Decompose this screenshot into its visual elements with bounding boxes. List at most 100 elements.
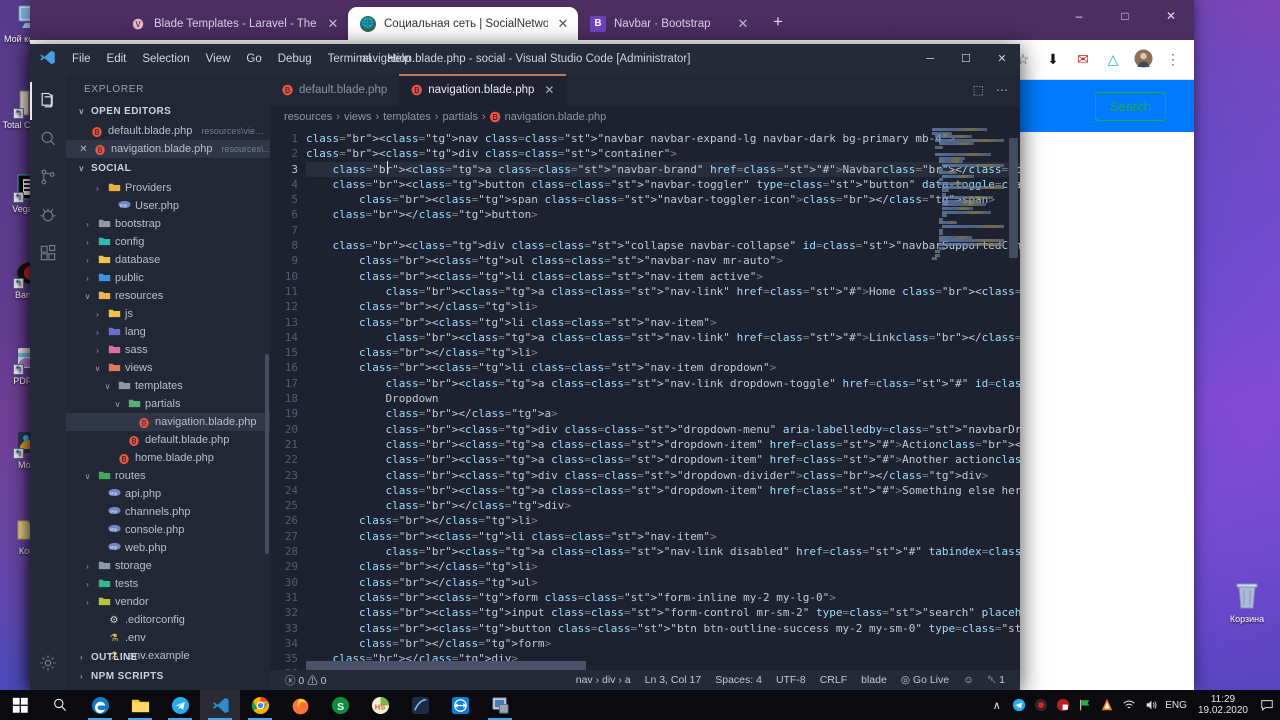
search-button[interactable]: Search bbox=[1094, 91, 1166, 121]
tree-item-home-blade-php[interactable]: 🅑home.blade.php bbox=[66, 449, 270, 467]
telegram-tray-icon[interactable] bbox=[1011, 698, 1026, 713]
status-go-live[interactable]: ◎ Go Live bbox=[894, 674, 956, 686]
tree-item-sass[interactable]: › sass bbox=[66, 341, 270, 359]
tree-item-config[interactable]: › config bbox=[66, 233, 270, 251]
status-symbol-path[interactable]: nav › div › a bbox=[569, 674, 638, 686]
browser-menu-icon[interactable]: ⋮ bbox=[1162, 51, 1184, 68]
close-icon[interactable]: ✕ bbox=[544, 83, 554, 97]
tree-item-console-php[interactable]: php console.php bbox=[66, 521, 270, 539]
close-button[interactable]: ✕ bbox=[1148, 0, 1194, 32]
code-viewport[interactable]: 1 2 3 4 5 6 7 8 9 10 11 12 13 14 15 16 17 18 19 20 21 22 23 24 2… bbox=[270, 128, 1020, 670]
tree-item-navigation-blade-php[interactable]: 🅑navigation.blade.php bbox=[66, 413, 270, 431]
menu-edit[interactable]: Edit bbox=[99, 44, 135, 74]
network-icon[interactable] bbox=[1121, 698, 1136, 713]
new-tab-button[interactable]: + bbox=[764, 9, 792, 37]
taskbar-affinity-app[interactable] bbox=[400, 690, 440, 720]
tree-item-storage[interactable]: › storage bbox=[66, 557, 270, 575]
download-icon[interactable]: ⬇ bbox=[1042, 51, 1064, 68]
breadcrumb-item[interactable]: navigation.blade.php bbox=[505, 111, 607, 123]
status-indentation[interactable]: Spaces: 4 bbox=[708, 674, 769, 686]
record-tray-icon[interactable] bbox=[1033, 698, 1048, 713]
taskbar-telegram[interactable] bbox=[160, 690, 200, 720]
tree-item-routes[interactable]: ∨ routes bbox=[66, 467, 270, 485]
tree-item-default-blade-php[interactable]: 🅑default.blade.php bbox=[66, 431, 270, 449]
status-feedback-icon[interactable]: ☺ bbox=[956, 674, 981, 686]
menu-debug[interactable]: Debug bbox=[270, 44, 320, 74]
npm-scripts-header[interactable]: › NPM SCRIPTS bbox=[66, 666, 164, 687]
tree-item-api-php[interactable]: php api.php bbox=[66, 485, 270, 503]
tree-item-js[interactable]: › js bbox=[66, 305, 270, 323]
editor-tab-navigation-blade[interactable]: 🅑 navigation.blade.php ✕ bbox=[399, 74, 567, 106]
tree-item-lang[interactable]: › lang bbox=[66, 323, 270, 341]
taskbar-skype[interactable]: S bbox=[320, 690, 360, 720]
avast-tray-icon[interactable] bbox=[1099, 698, 1114, 713]
status-problems[interactable]: ⓧ 0 ⚠ 0 bbox=[278, 673, 333, 688]
breadcrumb-item[interactable]: templates bbox=[383, 111, 431, 123]
split-editor-icon[interactable]: ⬚ bbox=[973, 83, 984, 97]
tree-item-templates[interactable]: ∨ templates bbox=[66, 377, 270, 395]
bandicam-tray-icon[interactable] bbox=[1055, 698, 1070, 713]
tray-language[interactable]: ENG bbox=[1165, 700, 1187, 711]
editor-horizontal-scrollbar[interactable] bbox=[306, 661, 586, 670]
close-icon[interactable]: ✕ bbox=[556, 17, 570, 30]
taskbar-clock[interactable]: 11:29 19.02.2020 bbox=[1194, 694, 1252, 716]
taskbar-teamviewer[interactable] bbox=[440, 690, 480, 720]
opera-icon[interactable]: △ bbox=[1102, 51, 1124, 68]
sidebar-scrollbar[interactable] bbox=[265, 354, 269, 554]
close-icon[interactable]: ✕ bbox=[736, 17, 750, 30]
tree-item-providers[interactable]: › Providers bbox=[66, 179, 270, 197]
settings-gear-icon[interactable] bbox=[30, 644, 66, 682]
start-button[interactable] bbox=[0, 690, 40, 720]
browser-tab-navbar-bootstrap[interactable]: B Navbar · Bootstrap ✕ bbox=[578, 7, 758, 40]
action-center-icon[interactable] bbox=[1259, 698, 1274, 713]
editor-vertical-scrollbar[interactable] bbox=[1009, 138, 1018, 258]
browser-tab-blade-templates[interactable]: 🅥 Blade Templates - Laravel - The P ✕ bbox=[118, 7, 348, 40]
status-cursor-position[interactable]: Ln 3, Col 17 bbox=[638, 674, 709, 686]
volume-icon[interactable] bbox=[1143, 698, 1158, 713]
close-button[interactable]: ✕ bbox=[984, 44, 1020, 74]
status-encoding[interactable]: UTF-8 bbox=[769, 674, 813, 686]
taskbar-hs-app[interactable]: HS bbox=[360, 690, 400, 720]
open-editors-header[interactable]: ∨ OPEN EDITORS bbox=[66, 101, 270, 122]
tree-item-views[interactable]: ∨ views bbox=[66, 359, 270, 377]
menu-file[interactable]: File bbox=[64, 44, 99, 74]
breadcrumb-item[interactable]: views bbox=[344, 111, 372, 123]
breadcrumb-item[interactable]: partials bbox=[443, 111, 478, 123]
taskbar-mozilla-firefox[interactable] bbox=[280, 690, 320, 720]
tree-item-editorconfig[interactable]: ⚙ .editorconfig bbox=[66, 611, 270, 629]
taskbar-remote-desktop[interactable] bbox=[480, 690, 520, 720]
run-debug-icon[interactable] bbox=[30, 196, 66, 234]
project-root-header[interactable]: ∨ SOCIAL bbox=[66, 158, 270, 179]
outline-header[interactable]: › OUTLINE bbox=[66, 647, 138, 668]
menu-view[interactable]: View bbox=[198, 44, 239, 74]
menu-help[interactable]: Help bbox=[379, 44, 419, 74]
more-actions-icon[interactable]: ⋯ bbox=[996, 83, 1008, 97]
avatar[interactable] bbox=[1132, 48, 1154, 71]
search-icon[interactable] bbox=[30, 120, 66, 158]
taskbar-microsoft-edge[interactable] bbox=[80, 690, 120, 720]
extensions-icon[interactable] bbox=[30, 234, 66, 272]
open-editor-navigation-blade[interactable]: ✕ 🅑 navigation.blade.php resources\… bbox=[66, 140, 270, 158]
status-notifications[interactable]: ␇ 1 bbox=[981, 674, 1012, 687]
minimap[interactable] bbox=[932, 128, 1004, 670]
taskbar-search-icon[interactable] bbox=[40, 690, 80, 720]
breadcrumb-item[interactable]: resources bbox=[284, 111, 332, 123]
tree-item-bootstrap[interactable]: › bootstrap bbox=[66, 215, 270, 233]
menu-selection[interactable]: Selection bbox=[134, 44, 197, 74]
tree-item-env[interactable]: ⚗ .env bbox=[66, 629, 270, 647]
tree-item-database[interactable]: › database bbox=[66, 251, 270, 269]
minimize-button[interactable]: ─ bbox=[912, 44, 948, 74]
tray-chevron-up-icon[interactable]: ∧ bbox=[989, 698, 1004, 713]
tree-item-channels-php[interactable]: php channels.php bbox=[66, 503, 270, 521]
maximize-button[interactable]: ☐ bbox=[948, 44, 984, 74]
close-icon[interactable]: ✕ bbox=[326, 17, 340, 30]
desktop-icon-recycle-bin[interactable]: Корзина bbox=[1218, 578, 1276, 624]
tree-item-web-php[interactable]: php web.php bbox=[66, 539, 270, 557]
tree-item-user-php[interactable]: php User.php bbox=[66, 197, 270, 215]
status-language-mode[interactable]: blade bbox=[854, 674, 894, 686]
status-eol[interactable]: CRLF bbox=[813, 674, 854, 686]
maximize-button[interactable]: □ bbox=[1102, 0, 1148, 32]
gmail-icon[interactable]: ✉ bbox=[1072, 51, 1094, 68]
explorer-icon[interactable] bbox=[30, 82, 66, 120]
taskbar-file-explorer[interactable] bbox=[120, 690, 160, 720]
